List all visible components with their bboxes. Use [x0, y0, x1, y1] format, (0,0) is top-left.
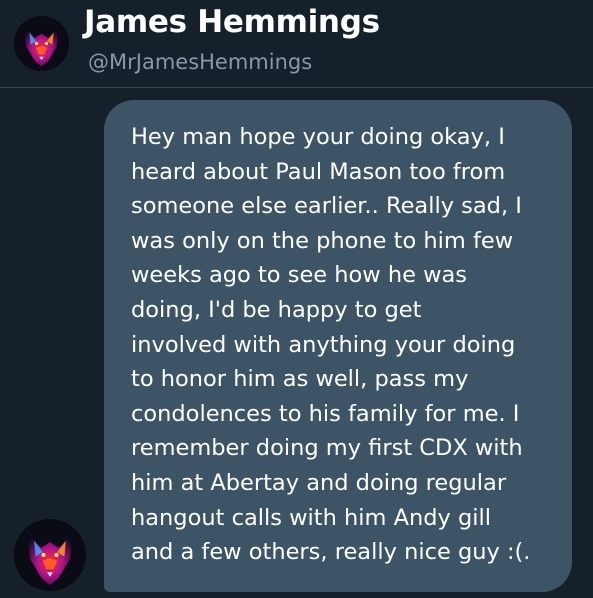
message-line: weeks ago to see how he was	[131, 262, 468, 289]
message-line: Hey man hope your doing okay, I	[131, 124, 505, 150]
conversation-header: James Hemmings @MrJamesHemmings	[0, 0, 593, 87]
message-bubble[interactable]: Hey man hope your doing okay, I heard ab…	[104, 100, 572, 592]
message-line: heard about Paul Mason too from	[131, 158, 506, 185]
message-line: involved with anything your doing	[131, 331, 516, 358]
wolf-avatar-icon	[14, 519, 86, 591]
message-line: him at Abertay and doing regular	[131, 469, 507, 496]
message-line: remember doing my first CDX with	[131, 435, 523, 462]
user-handle[interactable]: @MrJamesHemmings	[88, 50, 312, 74]
message-line: someone else earlier.. Really sad, I	[131, 193, 522, 220]
sender-avatar[interactable]	[14, 519, 86, 591]
message-line: was only on the phone to him few	[131, 227, 514, 254]
header-divider	[0, 87, 593, 88]
message-line: to honor him as well, pass my	[131, 366, 469, 393]
message-line: and a few others, really nice guy :(.	[131, 539, 531, 566]
message-line: condolences to his family for me. I	[131, 400, 520, 427]
profile-avatar[interactable]	[14, 16, 69, 71]
message-text: Hey man hope your doing okay, I heard ab…	[131, 120, 560, 570]
display-name[interactable]: James Hemmings	[84, 4, 380, 40]
message-line: hangout calls with him Andy gill	[131, 504, 492, 531]
wolf-avatar-icon	[14, 16, 69, 71]
message-line: doing, I'd be happy to get	[131, 296, 422, 323]
